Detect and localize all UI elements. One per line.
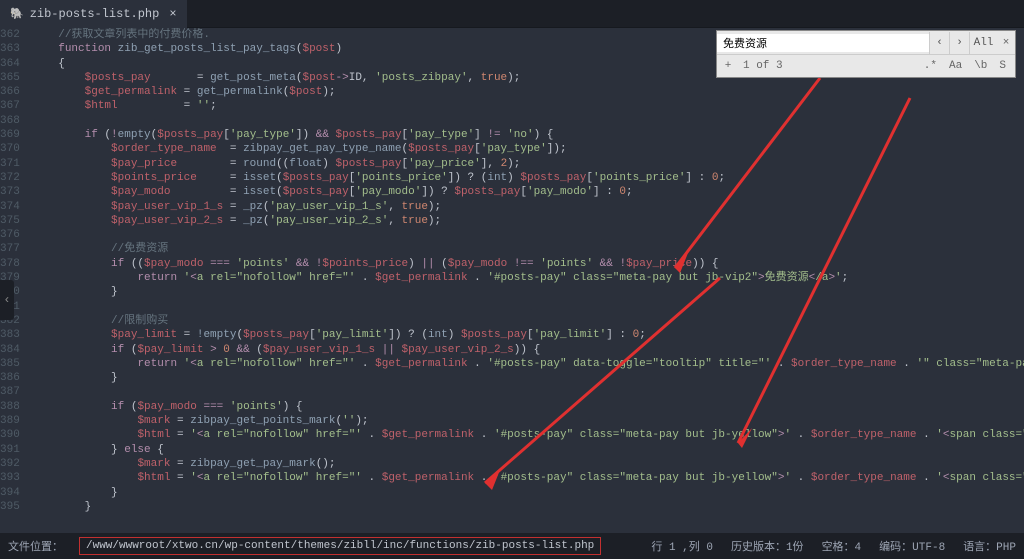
- code-line[interactable]: $pay_user_vip_1_s = _pz('pay_user_vip_1_…: [32, 200, 1024, 214]
- search-opt-case[interactable]: Aa: [944, 58, 967, 74]
- code-line[interactable]: $get_permalink = get_permalink($post);: [32, 85, 1024, 99]
- code-line[interactable]: $mark = zibpay_get_pay_mark();: [32, 457, 1024, 471]
- search-opt-regex[interactable]: .*: [919, 58, 942, 74]
- status-line-col: 行 1 ,列 0: [651, 538, 713, 554]
- search-opt-word[interactable]: \b: [969, 58, 992, 74]
- search-input[interactable]: [717, 34, 929, 52]
- tab-close-icon[interactable]: ×: [169, 7, 176, 21]
- code-line[interactable]: [32, 114, 1024, 128]
- search-all-button[interactable]: All: [969, 32, 997, 54]
- search-result-count: 1 of 3: [739, 60, 919, 72]
- code-line[interactable]: $pay_user_vip_2_s = _pz('pay_user_vip_2_…: [32, 214, 1024, 228]
- code-line[interactable]: $order_type_name = zibpay_get_pay_type_n…: [32, 142, 1024, 156]
- code-line[interactable]: $pay_modo = isset($posts_pay['pay_modo']…: [32, 185, 1024, 199]
- search-next-button[interactable]: ›: [949, 32, 969, 54]
- code-line[interactable]: $points_price = isset($posts_pay['points…: [32, 171, 1024, 185]
- php-icon: 🐘: [10, 7, 24, 21]
- code-line[interactable]: [32, 385, 1024, 399]
- code-line[interactable]: }: [32, 500, 1024, 514]
- code-line[interactable]: [32, 300, 1024, 314]
- code-line[interactable]: return '<a rel="nofollow" href="' . $get…: [32, 271, 1024, 285]
- code-line[interactable]: if ($pay_limit > 0 && ($pay_user_vip_1_s…: [32, 343, 1024, 357]
- code-line[interactable]: }: [32, 486, 1024, 500]
- code-editor[interactable]: 3623633643653663673683693703713723733743…: [0, 28, 1024, 533]
- search-close-icon[interactable]: ×: [997, 37, 1015, 49]
- file-path: /www/wwwroot/xtwo.cn/wp-content/themes/z…: [79, 537, 601, 555]
- code-line[interactable]: //免费资源: [32, 242, 1024, 256]
- tab-filename: zib-posts-list.php: [30, 7, 160, 21]
- search-opt-selection[interactable]: S: [994, 58, 1011, 74]
- code-line[interactable]: }: [32, 285, 1024, 299]
- status-language[interactable]: 语言：PHP: [963, 538, 1016, 554]
- status-spaces[interactable]: 空格：4: [822, 538, 862, 554]
- code-line[interactable]: $pay_price = round((float) $posts_pay['p…: [32, 157, 1024, 171]
- code-area[interactable]: //获取文章列表中的付费价格. function zib_get_posts_l…: [28, 28, 1024, 533]
- code-line[interactable]: $html = '<a rel="nofollow" href="' . $ge…: [32, 471, 1024, 485]
- status-encoding[interactable]: 编码：UTF-8: [879, 538, 945, 554]
- status-history[interactable]: 历史版本：1份: [731, 538, 804, 554]
- panel-expand-handle[interactable]: ‹: [0, 280, 14, 320]
- code-line[interactable]: //限制购买: [32, 314, 1024, 328]
- status-bar: 文件位置： /www/wwwroot/xtwo.cn/wp-content/th…: [0, 533, 1024, 559]
- code-line[interactable]: $html = '<a rel="nofollow" href="' . $ge…: [32, 428, 1024, 442]
- code-line[interactable]: return '<a rel="nofollow" href="' . $get…: [32, 357, 1024, 371]
- search-panel: ‹ › All × + 1 of 3 .* Aa \b S: [716, 30, 1016, 78]
- file-tab[interactable]: 🐘 zib-posts-list.php ×: [0, 0, 187, 28]
- code-line[interactable]: [32, 228, 1024, 242]
- code-line[interactable]: if (($pay_modo === 'points' && !$points_…: [32, 257, 1024, 271]
- code-line[interactable]: $pay_limit = !empty($posts_pay['pay_limi…: [32, 328, 1024, 342]
- code-line[interactable]: if (!empty($posts_pay['pay_type']) && $p…: [32, 128, 1024, 142]
- path-label: 文件位置：: [8, 538, 63, 554]
- code-line[interactable]: } else {: [32, 443, 1024, 457]
- code-line[interactable]: $mark = zibpay_get_points_mark('');: [32, 414, 1024, 428]
- code-line[interactable]: if ($pay_modo === 'points') {: [32, 400, 1024, 414]
- code-line[interactable]: $html = '';: [32, 99, 1024, 113]
- search-prev-button[interactable]: ‹: [929, 32, 949, 54]
- code-line[interactable]: }: [32, 371, 1024, 385]
- search-expand-button[interactable]: +: [717, 60, 739, 72]
- tab-bar: 🐘 zib-posts-list.php ×: [0, 0, 1024, 28]
